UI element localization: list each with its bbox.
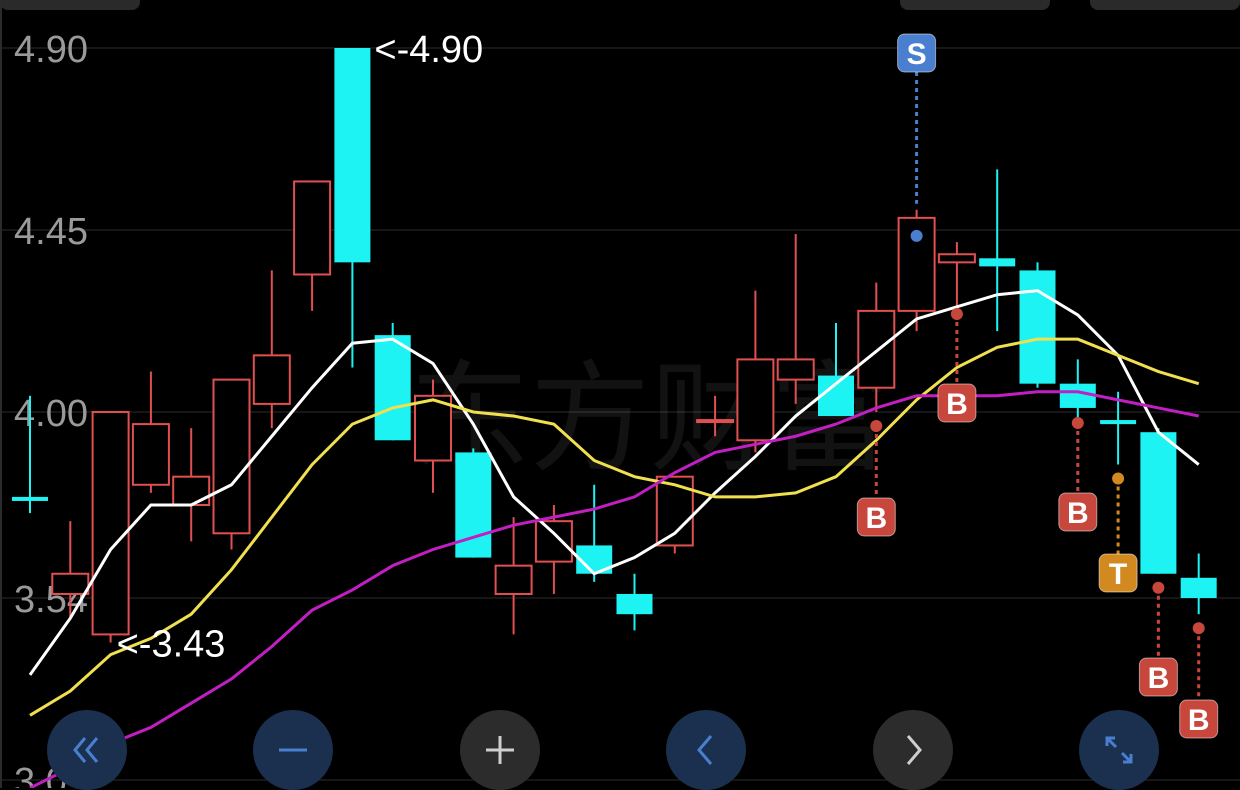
signal-dot (870, 419, 883, 432)
candle-body (534, 520, 573, 563)
candle-body (334, 48, 371, 263)
expand-icon (1105, 736, 1133, 764)
candle-body (212, 378, 251, 535)
chevron-right-icon (906, 735, 922, 765)
signal-dot (1071, 417, 1084, 429)
candle-body (1180, 577, 1217, 599)
scroll-right-button[interactable] (873, 710, 953, 790)
zoom-out-button[interactable] (253, 710, 333, 790)
signal-dot (950, 308, 963, 320)
candle-body (131, 423, 170, 486)
candle-body (1100, 420, 1137, 425)
candle-body (414, 394, 452, 462)
candle-body (252, 354, 291, 405)
scroll-start-button[interactable] (47, 710, 127, 790)
candle-body (979, 258, 1016, 267)
high-price-label: <-4.90 (374, 29, 483, 71)
candle-body (1140, 432, 1177, 574)
minus-icon (279, 748, 307, 752)
signal-dot (1152, 581, 1165, 594)
candle-body (91, 410, 130, 636)
candle-body (857, 309, 896, 389)
candlestick-chart: 4.904.454.003.543.09东方财富<-4.90<-3.43SBB B… (0, 0, 1240, 788)
signal-dot (1112, 472, 1125, 485)
signal-dot (1192, 622, 1205, 635)
signal-badge-label: S (907, 38, 927, 71)
candle-body (1019, 270, 1056, 384)
signal-badge-label: T (1109, 558, 1127, 591)
signal-dot (910, 229, 923, 242)
candle-body (374, 335, 411, 441)
candle-body (655, 475, 694, 547)
y-tick-label: 4.90 (14, 29, 88, 71)
candle-body (494, 564, 533, 595)
candle-body (172, 475, 211, 506)
low-price-label: <-3.43 (117, 623, 226, 665)
signal-badge-label: B (1148, 662, 1170, 695)
double-chevron-left-icon (73, 737, 99, 763)
candle-body (696, 419, 735, 424)
candle-body (51, 572, 90, 595)
zoom-in-button[interactable] (460, 710, 540, 790)
plus-icon (486, 736, 514, 764)
signal-badge-label: B (865, 502, 887, 535)
candle-body (937, 253, 976, 264)
candle-body (818, 375, 854, 417)
scroll-left-button[interactable] (666, 710, 746, 790)
signal-badge-label: B (1067, 497, 1089, 530)
chart-controls (0, 710, 1240, 790)
fullscreen-button[interactable] (1079, 710, 1159, 790)
candle-body (293, 180, 332, 276)
y-tick-label: 4.00 (14, 393, 88, 435)
candle-body (776, 358, 815, 381)
chevron-left-icon (697, 735, 713, 765)
candle-body (736, 358, 775, 442)
candle-body (12, 496, 48, 501)
candle-body (616, 593, 653, 615)
y-tick-label: 4.45 (14, 211, 88, 253)
signal-badge-label: B (946, 388, 968, 421)
